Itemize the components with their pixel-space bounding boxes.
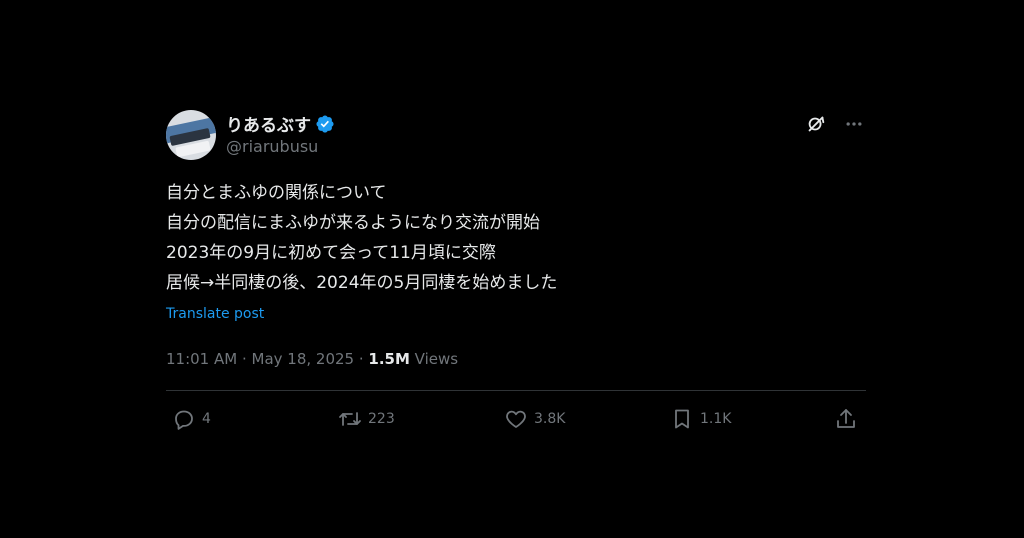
verified-badge-icon [316, 114, 334, 133]
like-icon [506, 410, 526, 428]
post-line: 居候→半同棲の後、2024年の5月同棲を始めました [166, 273, 558, 293]
grok-icon[interactable] [804, 112, 828, 136]
post-time[interactable]: 11:01 AM [166, 350, 237, 368]
bookmark-count: 1.1K [700, 411, 732, 427]
avatar[interactable] [166, 110, 216, 160]
repost-count: 223 [368, 411, 395, 427]
views-count[interactable]: 1.5M [368, 350, 410, 368]
post-line: 2023年の9月に初めて会って11月頃に交際 [166, 243, 496, 263]
action-bar: 4 223 3.8K 1.1K [166, 391, 866, 447]
reply-icon [175, 410, 193, 430]
repost-button[interactable]: 223 [338, 407, 395, 431]
repost-icon [339, 412, 361, 426]
bookmark-icon [675, 409, 689, 429]
views-label: Views [409, 350, 459, 368]
handle[interactable]: @riarubusu [226, 137, 318, 156]
post-line: 自分の配信にまふゆが来るようになり交流が開始 [166, 213, 540, 233]
post-text: 自分とまふゆの関係について 自分の配信にまふゆが来るようになり交流が開始 202… [166, 178, 866, 298]
like-button[interactable]: 3.8K [504, 407, 565, 431]
post-meta: 11:01 AM · May 18, 2025 · 1.5M Views [166, 350, 866, 368]
post-line: 自分とまふゆの関係について [166, 183, 387, 203]
bookmark-button[interactable]: 1.1K [670, 407, 731, 431]
post-date[interactable]: May 18, 2025 [252, 350, 355, 368]
meta-separator: · [354, 350, 369, 368]
more-icon[interactable] [842, 112, 866, 136]
share-icon [837, 409, 855, 428]
display-name[interactable]: りあるぶす [226, 111, 311, 136]
name-row: りあるぶす [226, 111, 335, 136]
reply-count: 4 [202, 411, 211, 427]
meta-separator: · [237, 350, 252, 368]
like-count: 3.8K [534, 411, 566, 427]
translate-post-link[interactable]: Translate post [166, 306, 866, 322]
tweet: りあるぶす @riarubusu 自分とまふゆの関係について 自分の配信にまふゆ… [166, 108, 866, 447]
reply-button[interactable]: 4 [172, 407, 211, 431]
top-actions [804, 112, 866, 136]
share-button[interactable] [834, 407, 864, 431]
tweet-header: りあるぶす @riarubusu [166, 108, 866, 160]
